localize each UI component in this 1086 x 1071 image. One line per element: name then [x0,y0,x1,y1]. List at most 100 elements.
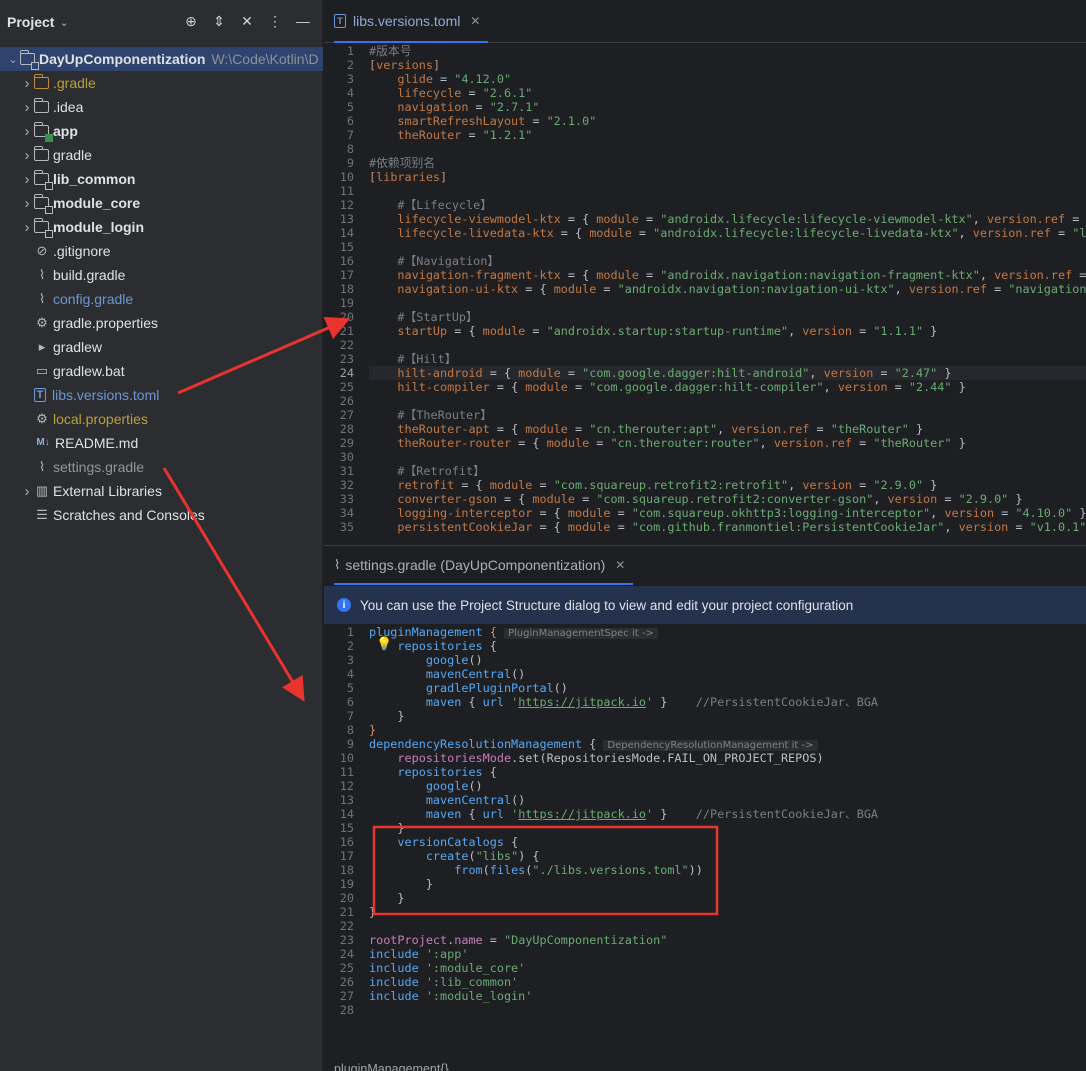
code-line[interactable]: [versions] [369,58,1086,72]
code-lines[interactable]: #版本号 [versions] glide = "4.12.0" lifecycl… [369,44,1086,534]
hide-pane-icon[interactable]: — [296,12,310,30]
chevron-right-icon[interactable]: › [20,119,34,143]
code-line[interactable]: ​ [369,240,1086,254]
code-line[interactable]: } [369,723,1086,737]
code-line[interactable]: google() [369,653,1086,667]
code-line[interactable]: include ':module_core' [369,961,1086,975]
tree-item[interactable]: ▸ gradlew [0,335,323,359]
tree-item[interactable]: M↓ README.md [0,431,323,455]
code-lines[interactable]: pluginManagement { PluginManagementSpec … [369,625,1086,1017]
code-line[interactable]: theRouter-router = { module = "cn.therou… [369,436,1086,450]
tree-item[interactable]: › .idea [0,95,323,119]
tree-item[interactable]: ⌇ build.gradle [0,263,323,287]
collapse-all-icon[interactable]: ✕ [240,12,254,30]
code-line[interactable]: startUp = { module = "androidx.startup:s… [369,324,1086,338]
code-line[interactable]: ​ [369,296,1086,310]
code-line[interactable]: create("libs") { [369,849,1086,863]
code-line[interactable]: rootProject.name = "DayUpComponentizatio… [369,933,1086,947]
code-area[interactable]: 1 2 3 4 5 6 7 8 9 10 11 12 13 14 15 16 17 18 19 20 21 22 23 24 2… [324,625,1086,1065]
code-line[interactable]: hilt-android = { module = "com.google.da… [369,366,1086,380]
tree-item[interactable]: › .gradle [0,71,323,95]
code-line[interactable]: theRouter = "1.2.1" [369,128,1086,142]
code-line[interactable]: dependencyResolutionManagement { Depende… [369,737,1086,751]
project-view-selector[interactable]: Project [7,14,54,30]
code-line[interactable]: repositories { [369,765,1086,779]
tree-item[interactable]: › module_login [0,215,323,239]
code-line[interactable]: #【Hilt】 [369,352,1086,366]
code-line[interactable]: mavenCentral() [369,667,1086,681]
code-line[interactable]: lifecycle-livedata-ktx = { module = "and… [369,226,1086,240]
code-line[interactable]: hilt-compiler = { module = "com.google.d… [369,380,1086,394]
code-line[interactable]: ​ [369,142,1086,156]
code-line[interactable]: } [369,821,1086,835]
tree-item[interactable]: ⌇ settings.gradle [0,455,323,479]
chevron-right-icon[interactable]: › [20,143,34,167]
tree-item[interactable]: ⚙ gradle.properties [0,311,323,335]
tree-item[interactable]: › module_core [0,191,323,215]
code-line[interactable]: ​ [369,338,1086,352]
code-line[interactable]: } [369,905,1086,919]
breadcrumb[interactable]: pluginManagement{} [334,1062,449,1071]
code-line[interactable]: retrofit = { module = "com.squareup.retr… [369,478,1086,492]
code-line[interactable]: from(files("./libs.versions.toml")) [369,863,1086,877]
code-area[interactable]: 1 2 3 4 5 6 7 8 9 10 11 12 13 14 15 16 17 18 19 20 21 22 23 24 2… [324,44,1086,544]
code-line[interactable]: ​ [369,1003,1086,1017]
code-line[interactable]: ​ [369,450,1086,464]
code-line[interactable]: #【StartUp】 [369,310,1086,324]
chevron-down-icon[interactable]: ⌄ [59,16,68,29]
locate-file-icon[interactable]: ⊕ [184,12,198,30]
tree-item[interactable]: › gradle [0,143,323,167]
code-line[interactable]: ​ [369,919,1086,933]
code-line[interactable]: mavenCentral() [369,793,1086,807]
code-line[interactable]: smartRefreshLayout = "2.1.0" [369,114,1086,128]
code-line[interactable]: lifecycle = "2.6.1" [369,86,1086,100]
code-line[interactable]: #版本号 [369,44,1086,58]
code-line[interactable]: lifecycle-viewmodel-ktx = { module = "an… [369,212,1086,226]
code-line[interactable]: ​ [369,394,1086,408]
code-line[interactable]: navigation-ui-ktx = { module = "androidx… [369,282,1086,296]
chevron-right-icon[interactable]: › [20,95,34,119]
tree-item[interactable]: ☰ Scratches and Consoles [0,503,323,527]
code-line[interactable]: glide = "4.12.0" [369,72,1086,86]
code-line[interactable]: navigation = "2.7.1" [369,100,1086,114]
code-line[interactable]: logging-interceptor = { module = "com.sq… [369,506,1086,520]
code-line[interactable]: google() [369,779,1086,793]
code-line[interactable]: versionCatalogs { [369,835,1086,849]
code-line[interactable]: #【TheRouter】 [369,408,1086,422]
tree-item[interactable]: Tlibs.versions.toml [0,383,323,407]
chevron-right-icon[interactable]: › [20,215,34,239]
code-line[interactable]: include ':module_login' [369,989,1086,1003]
chevron-right-icon[interactable]: › [20,479,34,503]
tree-item[interactable]: › app [0,119,323,143]
code-line[interactable]: #【Lifecycle】 [369,198,1086,212]
code-line[interactable]: theRouter-apt = { module = "cn.therouter… [369,422,1086,436]
code-line[interactable]: } [369,709,1086,723]
tree-item[interactable]: › ▥ External Libraries [0,479,323,503]
code-line[interactable]: converter-gson = { module = "com.squareu… [369,492,1086,506]
code-line[interactable]: #【Navigation】 [369,254,1086,268]
tab-libs-versions-toml[interactable]: T libs.versions.toml ✕ [334,0,489,43]
code-line[interactable]: #依赖项别名 [369,156,1086,170]
code-line[interactable]: } [369,877,1086,891]
tree-item[interactable]: ⊘ .gitignore [0,239,323,263]
code-line[interactable]: pluginManagement { PluginManagementSpec … [369,625,1086,639]
chevron-down-icon[interactable]: ⌄ [6,47,20,71]
close-tab-icon[interactable]: ✕ [615,558,625,572]
code-line[interactable]: #【Retrofit】 [369,464,1086,478]
code-line[interactable]: gradlePluginPortal() [369,681,1086,695]
chevron-right-icon[interactable]: › [20,71,34,95]
code-line[interactable]: } [369,891,1086,905]
tree-item[interactable]: ⌄ DayUpComponentization W:\Code\Kotlin\D [0,47,323,71]
expand-collapse-icon[interactable]: ⇕ [212,12,226,30]
code-line[interactable]: maven { url 'https://jitpack.io' } //Per… [369,695,1086,709]
more-options-icon[interactable]: ⋮ [268,12,282,30]
code-line[interactable]: [libraries] [369,170,1086,184]
tab-settings-gradle[interactable]: ⌇ settings.gradle (DayUpComponentization… [334,546,634,585]
tree-item[interactable]: ⌇ config.gradle [0,287,323,311]
tree-item[interactable]: ▭ gradlew.bat [0,359,323,383]
code-line[interactable]: include ':lib_common' [369,975,1086,989]
chevron-right-icon[interactable]: › [20,167,34,191]
code-line[interactable]: maven { url 'https://jitpack.io' } //Per… [369,807,1086,821]
code-line[interactable]: repositoriesMode.set(RepositoriesMode.FA… [369,751,1086,765]
code-line[interactable]: ​ [369,184,1086,198]
